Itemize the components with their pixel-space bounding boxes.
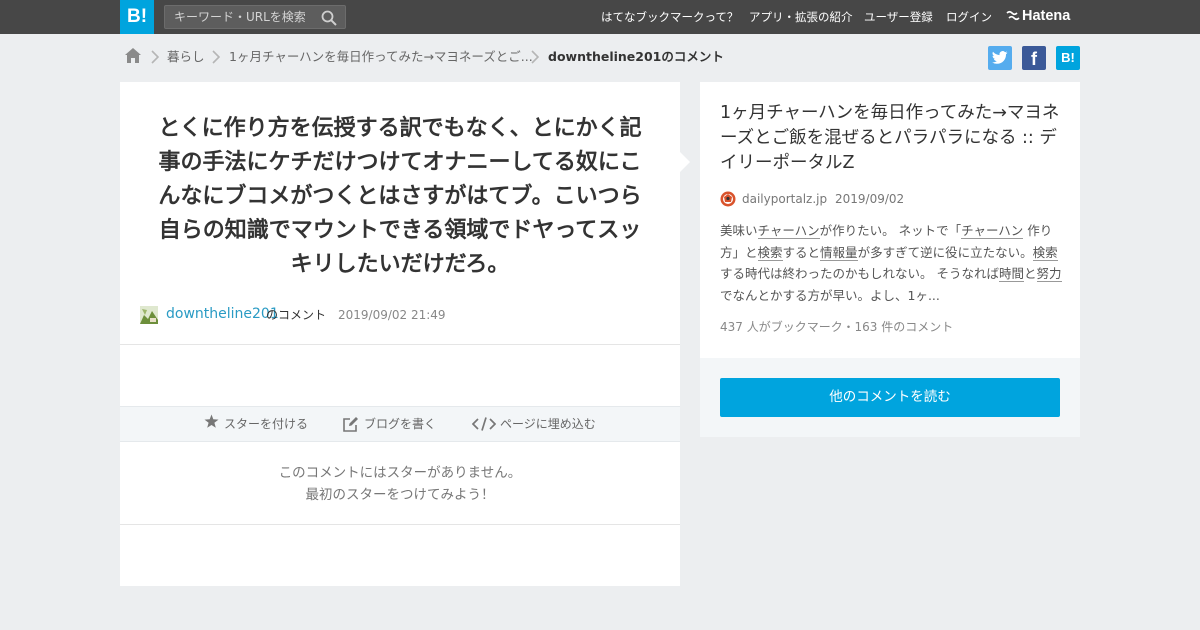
hatena-share-button[interactable]: B!: [1056, 46, 1080, 70]
embed-label: ページに埋め込む: [500, 417, 596, 431]
user-avatar[interactable]: [140, 306, 158, 324]
search-input[interactable]: [165, 6, 315, 28]
nav-about-link[interactable]: はてなブックマークって？: [601, 0, 738, 34]
embed-button[interactable]: ページに埋め込む: [472, 407, 602, 441]
divider: [120, 344, 680, 345]
hatena-brand-label: Hatena: [1022, 8, 1071, 24]
write-blog-button[interactable]: ブログを書く: [343, 407, 443, 441]
comment-suffix: のコメント: [266, 308, 327, 322]
twitter-share-button[interactable]: [988, 46, 1012, 70]
entry-domain-link[interactable]: dailyportalz.jp: [742, 191, 827, 208]
nav-apps-link[interactable]: アプリ・拡張の紹介: [749, 0, 853, 34]
summary-keyword-link[interactable]: 情報量: [820, 244, 858, 261]
site-favicon: [720, 191, 736, 207]
card-pointer: [680, 152, 690, 172]
summary-text: でなんとかする方が早い。よし、1ヶ...: [720, 287, 940, 303]
summary-keyword-link[interactable]: チャーハン: [757, 223, 820, 239]
read-more-comments-button[interactable]: 他のコメントを読む: [720, 378, 1060, 417]
summary-text: が多すぎて逆に役に立たない。: [857, 244, 1033, 260]
entry-title-link[interactable]: 1ヶ月チャーハンを毎日作ってみた→マヨネーズとご飯を混ぜるとパラパラになる ::…: [720, 101, 1065, 176]
summary-keyword-link[interactable]: 努力: [1036, 266, 1062, 282]
comment-text: とくに作り方を伝授する訳でもなく、とにかく記事の手法にケチだけつけてオナニーして…: [158, 116, 642, 277]
divider: [120, 524, 680, 525]
summary-keyword-link[interactable]: 検索: [1032, 244, 1058, 261]
entry-bookmark-stats[interactable]: 437 人がブックマーク・163 件のコメント: [720, 319, 953, 336]
edit-icon: [343, 417, 358, 432]
summary-text: が作りたい。 ネットで「: [819, 223, 962, 238]
breadcrumb-category[interactable]: 暮らし: [167, 48, 205, 66]
search-box: [164, 5, 346, 29]
summary-keyword-link[interactable]: 検索: [757, 244, 783, 261]
search-icon[interactable]: [321, 10, 337, 26]
star-icon: [204, 414, 219, 428]
summary-keyword-link[interactable]: 時間: [998, 266, 1024, 282]
no-star-line1: このコメントにはスターがありません。: [278, 465, 522, 481]
summary-text: 美味い: [720, 223, 758, 238]
comment-date[interactable]: 2019/09/02 21:49: [338, 306, 446, 324]
code-icon: [472, 417, 496, 431]
twitter-icon: [992, 51, 1008, 64]
write-blog-label: ブログを書く: [364, 417, 437, 431]
facebook-share-button[interactable]: f: [1022, 46, 1046, 70]
hatena-mark-icon: [1006, 10, 1020, 21]
summary-text: する時代は終わったのかもしれない。 そうなれば: [720, 266, 999, 281]
chevron-right-icon: [151, 50, 160, 64]
home-icon[interactable]: [124, 47, 142, 64]
facebook-icon: f: [1031, 49, 1037, 69]
entry-summary: 美味いチャーハンが作りたい。 ネットで「チャーハン 作り方」と検索すると情報量が…: [720, 220, 1062, 306]
add-star-button[interactable]: スターを付ける: [204, 407, 314, 441]
breadcrumb-current: downtheline201のコメント: [548, 49, 724, 64]
chevron-right-icon: [212, 50, 221, 64]
summary-text: と: [1024, 266, 1037, 281]
no-star-message: このコメントにはスターがありません。 最初のスターをつけてみよう！: [120, 462, 680, 506]
entry-date: 2019/09/02: [835, 192, 905, 206]
chevron-right-icon: [531, 50, 540, 64]
nav-register-link[interactable]: ユーザー登録: [864, 0, 933, 34]
summary-text: すると: [782, 244, 821, 260]
hatena-brand-link[interactable]: Hatena: [1006, 0, 1070, 34]
breadcrumb-entry[interactable]: 1ヶ月チャーハンを毎日作ってみた→マヨネーズとご...: [229, 48, 533, 66]
no-star-line2: 最初のスターをつけてみよう！: [305, 487, 495, 503]
nav-login-link[interactable]: ログイン: [946, 0, 992, 34]
comment-user-link[interactable]: downtheline201: [166, 305, 279, 323]
summary-keyword-link[interactable]: チャーハン: [961, 223, 1024, 239]
hatena-bookmark-logo[interactable]: B!: [120, 0, 154, 34]
hatena-bookmark-icon: B!: [1061, 50, 1075, 65]
add-star-label: スターを付ける: [224, 417, 309, 431]
